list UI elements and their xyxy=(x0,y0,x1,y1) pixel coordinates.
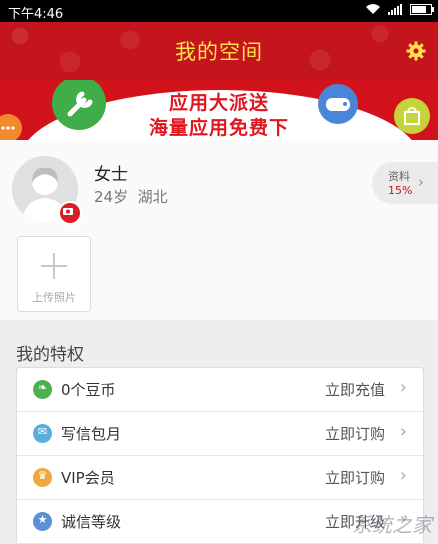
status-bar: 下午4:46 xyxy=(0,0,438,22)
leaf-icon: ❧ xyxy=(33,380,52,399)
plus-icon-vertical xyxy=(53,253,55,279)
watermark: 系统之家 xyxy=(352,513,432,537)
crown-icon: ♛ xyxy=(33,468,52,487)
chevron-right-icon: › xyxy=(418,173,424,191)
mail-icon: ✉ xyxy=(33,424,52,443)
wifi-icon xyxy=(366,3,380,14)
completion-percent: 15% xyxy=(388,184,413,197)
user-meta: 24岁 湖北 xyxy=(94,186,168,207)
privilege-row-vip[interactable]: ♛ VIP会员 立即订购 › xyxy=(17,456,423,500)
banner-line-1: 应用大派送 xyxy=(168,92,269,114)
page-title: 我的空间 xyxy=(175,40,263,64)
chevron-right-icon: › xyxy=(399,421,407,442)
camera-icon[interactable] xyxy=(58,201,82,225)
status-icons xyxy=(366,3,434,15)
upload-photo-label: 上传照片 xyxy=(32,291,76,304)
star-icon: ★ xyxy=(33,512,52,531)
user-age: 24岁 xyxy=(94,188,129,206)
banner-line-2: 海量应用免费下 xyxy=(148,117,289,139)
privileges-title: 我的特权 xyxy=(16,345,84,365)
chevron-right-icon: › xyxy=(399,465,407,486)
promo-banner[interactable]: 应用大派送 海量应用免费下 xyxy=(0,80,438,140)
privilege-action: 立即订购 xyxy=(324,469,385,487)
privilege-row-mail[interactable]: ✉ 写信包月 立即订购 › xyxy=(17,412,423,456)
user-name: 女士 xyxy=(94,165,128,185)
battery-icon xyxy=(410,3,434,15)
profile-completion-button[interactable]: 资料 15% › xyxy=(372,162,438,204)
privilege-action: 立即订购 xyxy=(324,425,385,443)
app-header: 我的空间 xyxy=(0,22,438,80)
privilege-row-coins[interactable]: ❧ 0个豆币 立即充值 › xyxy=(17,368,423,412)
upload-photo-button[interactable]: 上传照片 xyxy=(17,236,91,312)
privilege-label: 诚信等级 xyxy=(61,513,122,531)
chevron-right-icon: › xyxy=(399,377,407,398)
completion-label: 资料 xyxy=(388,170,410,183)
privilege-action: 立即充值 xyxy=(324,381,385,399)
gear-icon[interactable] xyxy=(406,41,426,61)
privilege-label: 写信包月 xyxy=(61,425,122,443)
user-location: 湖北 xyxy=(137,188,168,206)
privilege-label: VIP会员 xyxy=(61,469,115,487)
status-time: 下午4:46 xyxy=(8,7,64,22)
signal-icon xyxy=(388,3,402,15)
profile-section: 女士 24岁 湖北 资料 15% › 上传照片 xyxy=(0,140,438,320)
privilege-label: 0个豆币 xyxy=(61,381,116,399)
